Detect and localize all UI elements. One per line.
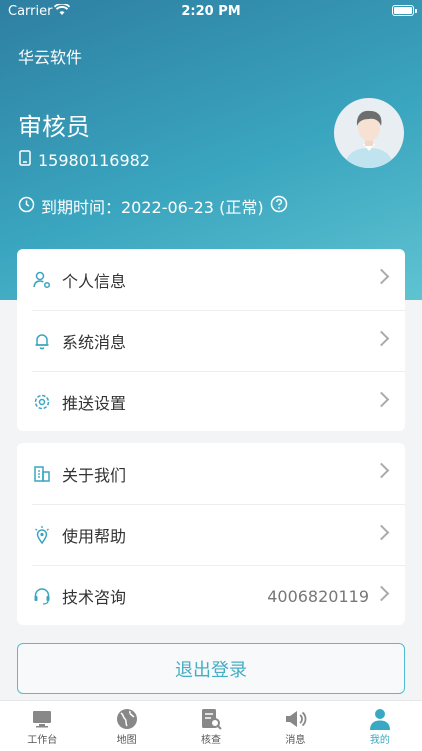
user-gear-icon [32,270,52,290]
expire-row: 到期时间：2022-06-23 (正常) [18,194,288,218]
menu-item-personal-info[interactable]: 个人信息 [17,249,405,310]
phone-icon [18,150,32,170]
globe-icon [116,709,137,729]
phone-row: 15980116982 [18,150,150,170]
tab-label: 我的 [369,735,390,746]
menu-item-push-settings[interactable]: 推送设置 [32,371,405,432]
menu-item-label: 系统消息 [62,333,127,352]
chevron-right-icon [373,585,390,602]
tab-messages[interactable]: 消息 [253,701,337,751]
menu-group-about: 关于我们 使用帮助 技术咨询 4006820119 [17,443,405,625]
tab-inspect[interactable]: 核查 [169,701,253,751]
logout-button[interactable]: 退出登录 [17,643,405,694]
megaphone-icon [286,711,307,727]
tab-workbench[interactable]: 工作台 [0,701,84,751]
chevron-right-icon [373,462,390,479]
menu-item-label: 个人信息 [62,271,127,291]
menu-item-label: 技术咨询 [62,588,127,607]
tab-mine[interactable]: 我的 [338,701,422,751]
chevron-right-icon [373,268,390,285]
desktop-icon [33,711,52,728]
menu-item-label: 关于我们 [62,465,127,485]
chevron-right-icon [373,524,390,541]
menu-item-system-messages[interactable]: 系统消息 [32,310,405,371]
clock-icon [18,196,35,217]
avatar[interactable] [334,98,404,168]
inspect-icon [202,709,222,730]
chevron-right-icon [373,391,390,408]
phone-number: 15980116982 [38,150,150,170]
bell-icon [32,331,52,351]
battery-icon [392,5,417,16]
headset-icon [32,586,52,606]
menu-item-label: 使用帮助 [62,527,127,546]
status-bar: Carrier 2:20 PM [0,0,422,22]
menu-item-tech-support[interactable]: 技术咨询 4006820119 [32,565,405,626]
tab-map[interactable]: 地图 [84,701,168,751]
tab-label: 消息 [285,735,306,746]
menu-item-about-us[interactable]: 关于我们 [17,443,405,504]
expire-text: 到期时间：2022-06-23 (正常) [41,198,264,217]
tab-bar: 工作台 地图 核查 消息 我的 [0,700,422,751]
chevron-right-icon [373,330,390,347]
menu-item-help[interactable]: 使用帮助 [32,504,405,565]
tab-label: 工作台 [27,735,58,746]
gear-icon [32,392,52,412]
question-icon[interactable] [270,195,288,217]
person-icon [369,709,390,730]
menu-item-label: 推送设置 [62,394,127,413]
menu-group-personal: 个人信息 系统消息 推送设置 [17,249,405,431]
user-role: 审核员 [18,113,90,141]
help-pin-icon [32,525,52,545]
tab-label: 地图 [116,735,137,746]
status-time: 2:20 PM [181,4,241,19]
support-phone[interactable]: 4006820119 [267,587,369,606]
tab-label: 核查 [201,735,222,746]
company-name: 华云软件 [18,48,83,67]
building-icon [32,464,52,484]
